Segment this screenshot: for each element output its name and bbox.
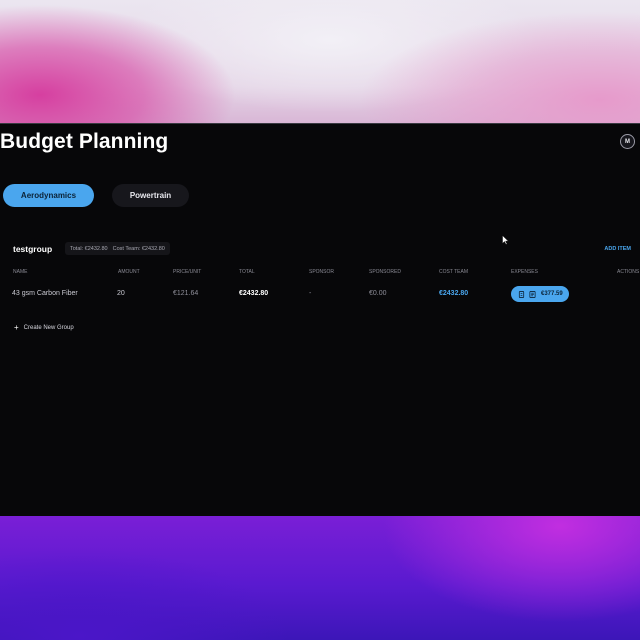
- cell-amount: 20: [117, 290, 125, 297]
- cell-total: €2432.80: [239, 290, 269, 297]
- group-summary-badge: Total: €2432.80 Cost Team: €2432.80: [65, 242, 170, 255]
- cell-cost-team: €2432.80: [439, 290, 469, 297]
- column-header-expenses: EXPENSES: [511, 269, 538, 275]
- column-header-total: TOTAL: [239, 269, 255, 275]
- create-new-group-button[interactable]: + Create New Group: [14, 324, 74, 332]
- cell-sponsor: -: [309, 290, 312, 297]
- create-group-label: Create New Group: [23, 325, 74, 331]
- plus-icon: +: [14, 323, 19, 332]
- column-header-price-unit: PRICE/UNIT: [173, 269, 202, 275]
- column-header-sponsor: SPONSOR: [309, 269, 335, 275]
- column-header-sponsored: SPONSORED: [369, 269, 401, 275]
- document-icon: [529, 290, 536, 298]
- expenses-pill-button[interactable]: €377.59: [511, 286, 569, 302]
- cell-price-unit: €121.64: [173, 290, 199, 297]
- group-total: Total: €2432.80: [70, 245, 108, 252]
- add-item-button[interactable]: ADD ITEM: [604, 246, 631, 252]
- column-header-cost-team: COST TEAM: [439, 269, 468, 275]
- desktop-wallpaper-top: [0, 0, 640, 123]
- cell-name: 43 gsm Carbon Fiber: [12, 290, 78, 297]
- page-title: Budget Planning: [0, 130, 169, 153]
- tab-powertrain[interactable]: Powertrain: [112, 184, 189, 207]
- group-cost-team: Cost Team: €2432.80: [112, 245, 165, 252]
- tab-aerodynamics[interactable]: Aerodynamics: [3, 184, 94, 207]
- mouse-cursor-icon: [502, 235, 509, 245]
- cell-sponsored: €0.00: [369, 290, 387, 297]
- group-name: testgroup: [13, 244, 53, 254]
- column-header-amount: AMOUNT: [118, 269, 140, 275]
- expenses-amount: €377.59: [541, 291, 563, 297]
- app-window: Budget Planning M Aerodynamics Powertrai…: [0, 123, 640, 516]
- column-header-actions: ACTIONS: [617, 269, 640, 275]
- user-avatar[interactable]: M: [620, 134, 635, 149]
- desktop-wallpaper-bottom: [0, 516, 640, 640]
- receipt-icon: [518, 290, 525, 298]
- column-header-name: NAME: [13, 269, 28, 275]
